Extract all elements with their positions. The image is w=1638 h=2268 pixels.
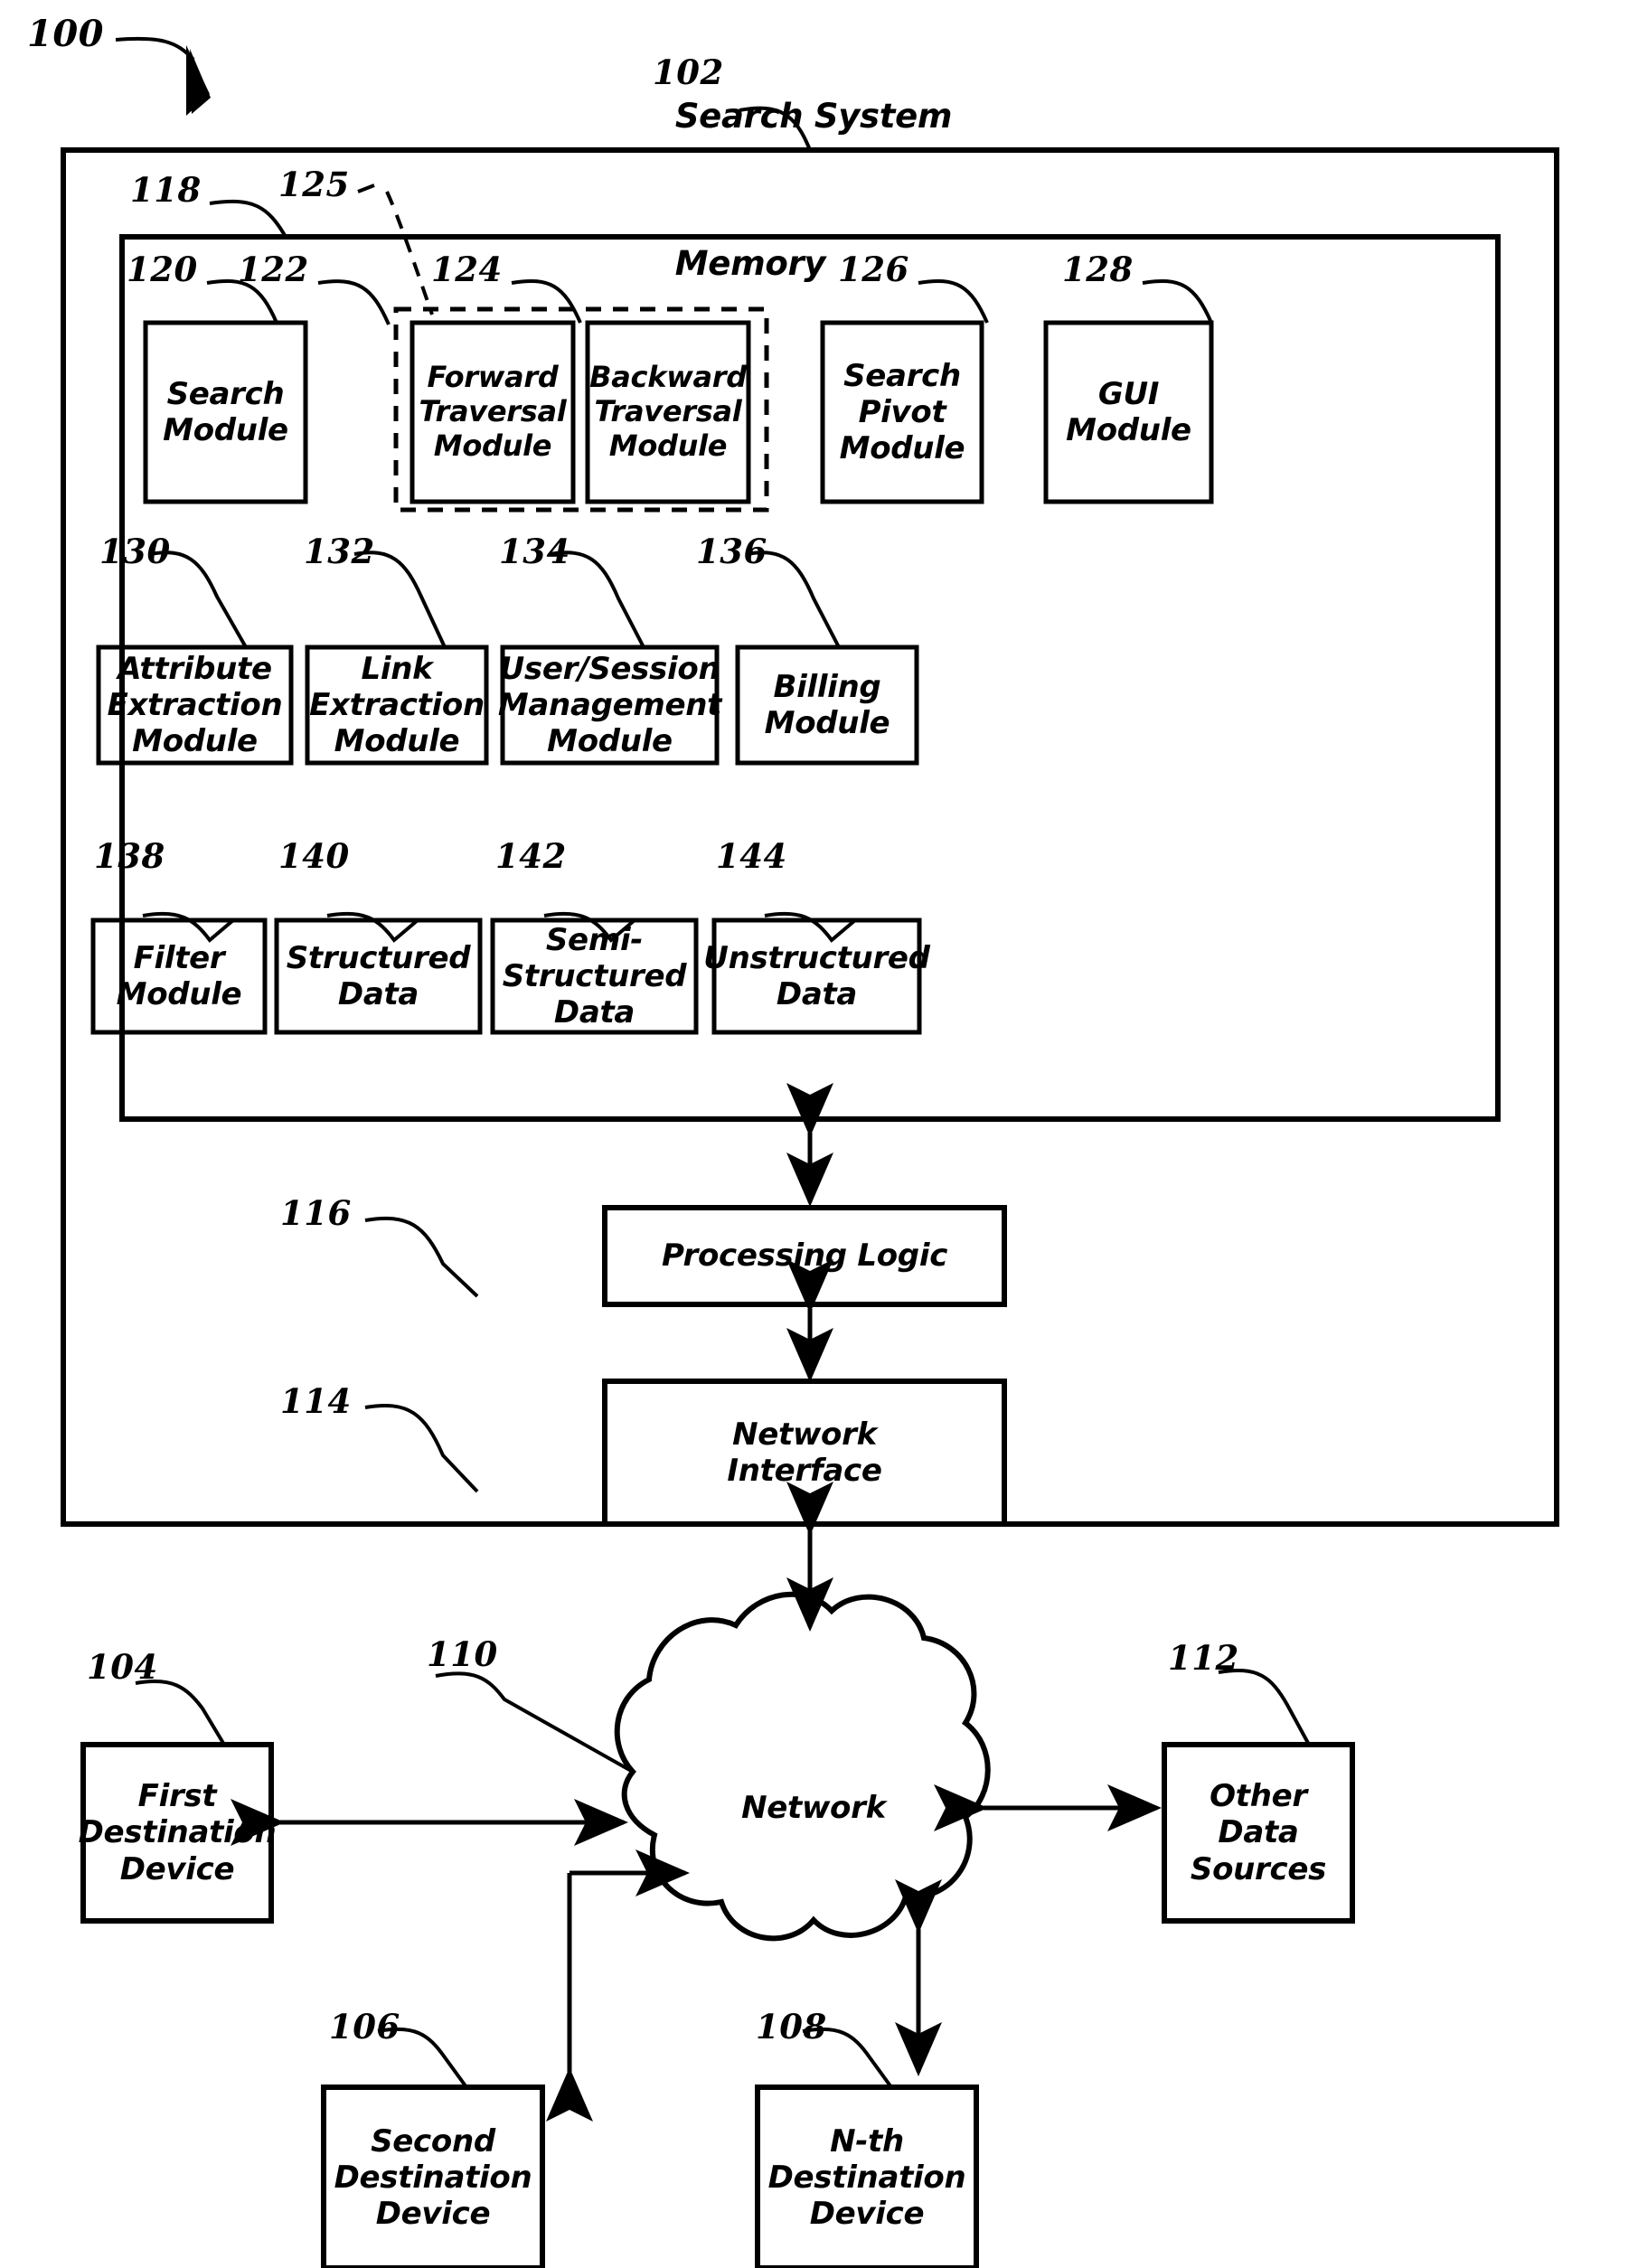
- ref-116: 116: [280, 1193, 352, 1233]
- ref-126: 126: [838, 249, 909, 289]
- diagram-artwork: [61, 36, 1559, 2268]
- ref-110: 110: [427, 1634, 498, 1674]
- ref-130: 130: [99, 532, 171, 571]
- ref-128: 128: [1062, 249, 1134, 289]
- ref-120: 120: [127, 249, 198, 289]
- ref-136: 136: [696, 532, 767, 571]
- ref-124: 124: [431, 249, 503, 289]
- ref-144: 144: [716, 836, 787, 876]
- ref-112: 112: [1168, 1638, 1239, 1678]
- ref-106: 106: [329, 2007, 400, 2047]
- ref-122: 122: [238, 249, 309, 289]
- ref-142: 142: [495, 836, 567, 876]
- ref-134: 134: [499, 532, 570, 571]
- ref-125: 125: [278, 165, 350, 204]
- ref-108: 108: [756, 2007, 827, 2047]
- ref-118: 118: [130, 170, 202, 210]
- patent-figure-canvas: 100 102 Search System 118 Memory 125 120…: [0, 0, 1638, 2268]
- ref-138: 138: [94, 836, 165, 876]
- ref-140: 140: [278, 836, 350, 876]
- ref-132: 132: [304, 532, 375, 571]
- ref-102: 102: [653, 52, 724, 92]
- ref-104: 104: [87, 1647, 158, 1687]
- ref-114: 114: [280, 1381, 352, 1421]
- figure-reference-number: 100: [27, 13, 104, 55]
